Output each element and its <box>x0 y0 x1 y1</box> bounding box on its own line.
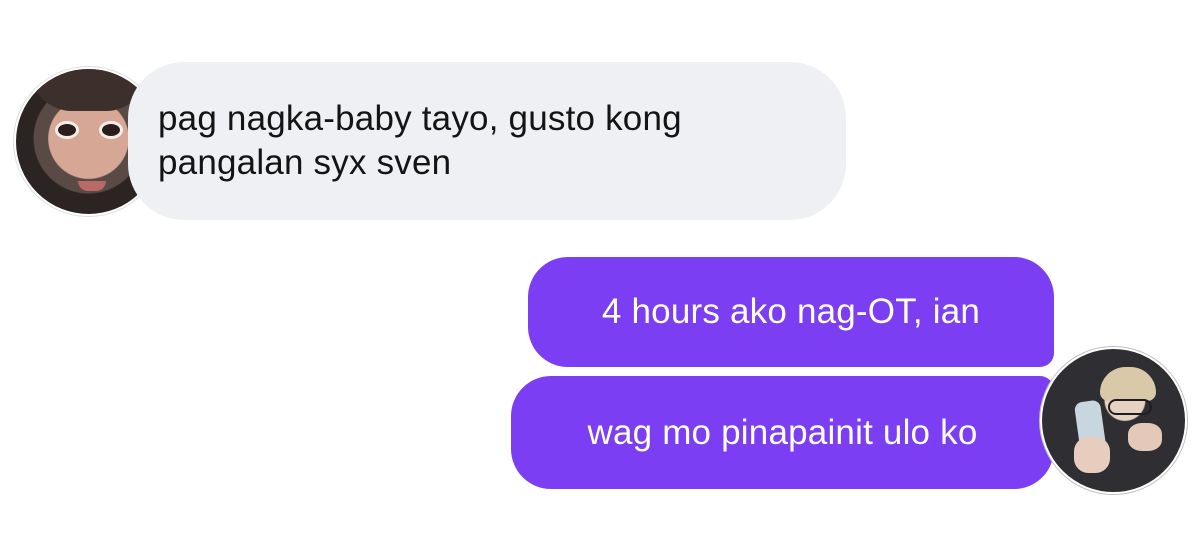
outgoing-message-text-2: wag mo pinapainit ulo ko <box>587 412 978 452</box>
user-avatar-glasses <box>1108 399 1152 415</box>
user-avatar-hand <box>1074 437 1110 473</box>
incoming-message-line-1: pag nagka-baby tayo, gusto kong <box>158 99 682 138</box>
user-avatar[interactable] <box>1040 347 1187 494</box>
outgoing-message-text-1: 4 hours ako nag-OT, ian <box>601 292 981 331</box>
user-avatar-hair <box>1100 367 1156 401</box>
incoming-message-bubble[interactable]: pag nagka-baby tayo, gusto kong pangalan… <box>128 62 846 220</box>
outgoing-message-bubble-1[interactable]: 4 hours ako nag-OT, ian <box>528 257 1054 367</box>
outgoing-message-bubble-2[interactable]: wag mo pinapainit ulo ko <box>511 376 1054 489</box>
chat-thread: pag nagka-baby tayo, gusto kong pangalan… <box>0 0 1200 549</box>
user-avatar-chin-hand <box>1128 423 1162 451</box>
sender-avatar-right-eye <box>102 124 120 136</box>
incoming-message-line-2: pangalan syx sven <box>158 143 452 182</box>
sender-avatar-mouth <box>78 181 106 191</box>
sender-avatar-left-eye <box>58 124 76 136</box>
